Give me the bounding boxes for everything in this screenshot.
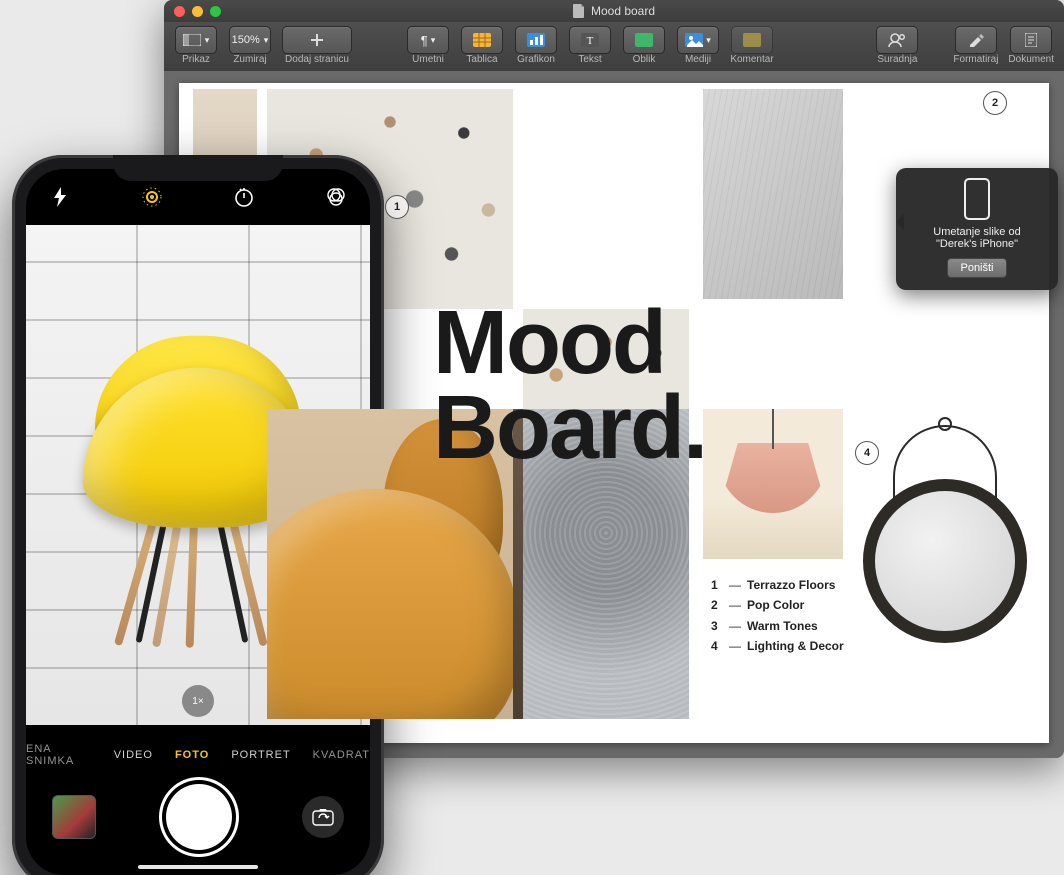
table-button[interactable]: Tablica: [460, 26, 504, 65]
view-icon: [183, 34, 201, 46]
media-label: Mediji: [685, 54, 711, 65]
document-icon: [573, 4, 585, 18]
legend-item: 2—Pop Color: [711, 595, 844, 615]
notch: [113, 155, 283, 181]
add-page-button[interactable]: Dodaj stranicu: [282, 26, 352, 65]
view-button[interactable]: ▾ Prikaz: [174, 26, 218, 65]
format-label: Formatiraj: [953, 54, 998, 65]
last-photo-thumbnail[interactable]: [52, 795, 96, 839]
table-icon: [473, 33, 491, 47]
timer-button[interactable]: [232, 185, 256, 209]
hero-title[interactable]: Mood Board.: [433, 301, 706, 470]
collaborate-icon: [887, 32, 907, 48]
shape-label: Oblik: [633, 54, 656, 65]
camera-bottom-controls: [26, 775, 370, 859]
text-icon: T: [581, 33, 599, 47]
callout-1[interactable]: 1: [385, 195, 409, 219]
collaborate-label: Suradnja: [877, 54, 917, 65]
shape-button[interactable]: Oblik: [622, 26, 666, 65]
camera-mode-selector[interactable]: ENA SNIMKA VIDEO FOTO PORTRET KVADRAT: [26, 735, 370, 775]
zoom-value: 150%: [232, 34, 260, 46]
view-label: Prikaz: [182, 54, 210, 65]
shutter-button[interactable]: [166, 784, 232, 850]
plus-icon: [310, 33, 324, 47]
format-icon: [968, 33, 984, 47]
timer-icon: [233, 186, 255, 208]
chart-label: Grafikon: [517, 54, 555, 65]
document-button[interactable]: Dokument: [1008, 26, 1054, 65]
comment-icon: [743, 33, 761, 47]
toolbar: ▾ Prikaz 150%▾ Zumiraj Dodaj stranicu ¶▾…: [164, 22, 1064, 76]
legend-item: 4—Lighting & Decor: [711, 636, 844, 656]
comment-button[interactable]: Komentar: [730, 26, 774, 65]
mode-square[interactable]: KVADRAT: [313, 749, 370, 761]
flip-camera-icon: [312, 808, 334, 826]
zoom-button[interactable]: 150%▾ Zumiraj: [228, 26, 272, 65]
chart-button[interactable]: Grafikon: [514, 26, 558, 65]
flip-camera-button[interactable]: [302, 796, 344, 838]
insert-label: Umetni: [412, 54, 444, 65]
image-lamp[interactable]: [703, 409, 843, 559]
legend-item: 1—Terrazzo Floors: [711, 575, 844, 595]
zoom-badge[interactable]: 1×: [182, 685, 214, 717]
zoom-label: Zumiraj: [233, 54, 266, 65]
format-button[interactable]: Formatiraj: [953, 26, 998, 65]
phone-outline-icon: [964, 178, 990, 220]
live-photo-button[interactable]: [140, 185, 164, 209]
collaborate-button[interactable]: Suradnja: [875, 26, 919, 65]
live-photo-icon: [140, 185, 164, 209]
filters-icon: [325, 186, 347, 208]
popover-line-2: "Derek's iPhone": [906, 238, 1048, 250]
flash-icon: [52, 187, 68, 207]
callout-4[interactable]: 4: [855, 441, 879, 465]
text-button[interactable]: T Tekst: [568, 26, 612, 65]
cancel-button[interactable]: Poništi: [947, 258, 1006, 278]
flash-button[interactable]: [48, 185, 72, 209]
shape-icon: [635, 33, 653, 47]
table-label: Tablica: [466, 54, 497, 65]
continuity-camera-popover: Umetanje slike od "Derek's iPhone" Poniš…: [896, 168, 1058, 290]
mode-timelapse[interactable]: ENA SNIMKA: [26, 743, 92, 767]
chart-icon: [527, 33, 545, 47]
hero-line-1: Mood: [433, 301, 706, 386]
add-page-label: Dodaj stranicu: [285, 54, 349, 65]
home-indicator[interactable]: [138, 865, 258, 869]
mode-video[interactable]: VIDEO: [114, 749, 153, 761]
document-icon: [1025, 33, 1037, 47]
text-label: Tekst: [578, 54, 601, 65]
legend-item: 3—Warm Tones: [711, 616, 844, 636]
titlebar[interactable]: Mood board: [164, 0, 1064, 22]
comment-label: Komentar: [730, 54, 773, 65]
hero-line-2: Board.: [433, 386, 706, 471]
insert-button[interactable]: ¶▾ Umetni: [406, 26, 450, 65]
image-mirror[interactable]: [855, 409, 1035, 719]
document-button-label: Dokument: [1008, 54, 1054, 65]
media-button[interactable]: ▾ Mediji: [676, 26, 720, 65]
legend[interactable]: 1—Terrazzo Floors 2—Pop Color 3—Warm Ton…: [711, 575, 844, 657]
svg-text:T: T: [587, 35, 594, 47]
window-title: Mood board: [164, 4, 1064, 18]
popover-line-1: Umetanje slike od: [906, 226, 1048, 238]
image-concrete[interactable]: [703, 89, 843, 299]
mode-photo[interactable]: FOTO: [175, 749, 209, 761]
media-icon: [685, 33, 703, 47]
filters-button[interactable]: [324, 185, 348, 209]
callout-2[interactable]: 2: [983, 91, 1007, 115]
mode-portrait[interactable]: PORTRET: [231, 749, 290, 761]
